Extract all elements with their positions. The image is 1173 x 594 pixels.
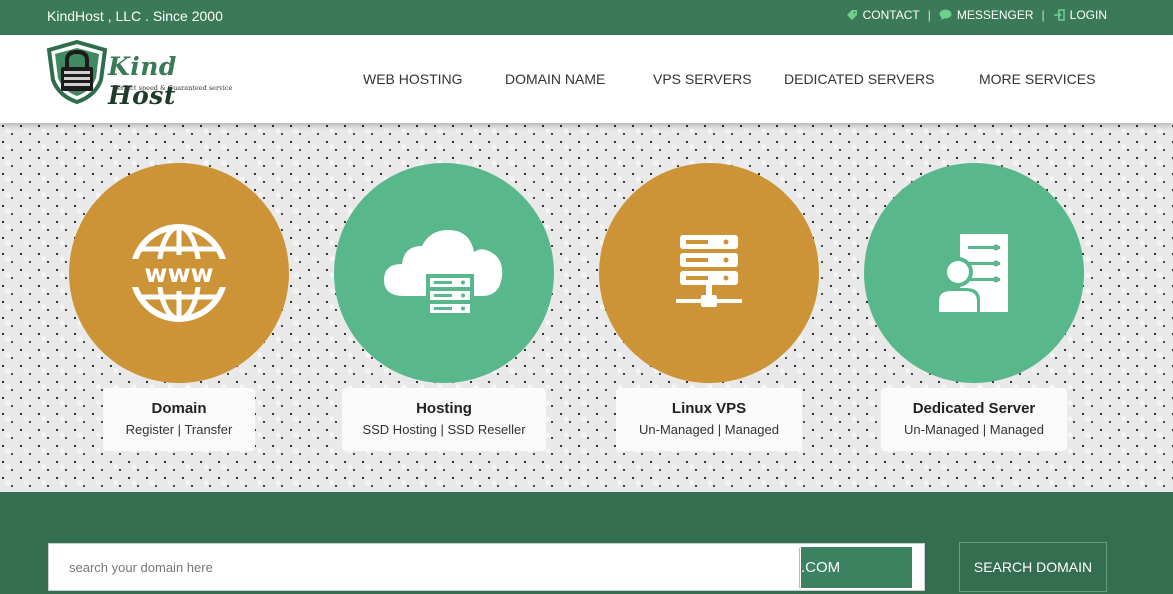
nav-item-domain-name[interactable]: DOMAIN NAME [505,71,605,87]
service-subtitle: Register | Transfer [125,422,233,437]
service-circle-dedicated-server[interactable] [864,163,1084,383]
contact-link[interactable]: CONTACT [846,8,920,22]
top-bar: KindHost , LLC . Since 2000 CONTACT | ME… [0,0,1173,35]
service-label-linux-vps: Linux VPS Un-Managed | Managed [616,388,802,451]
service-label-domain: Domain Register | Transfer [103,388,255,451]
search-divider [799,548,800,588]
top-links: CONTACT | MESSENGER | LOGIN [846,8,1107,22]
contact-label: CONTACT [862,8,920,22]
svg-text:www: www [144,259,213,288]
service-card-domain[interactable]: www Domain Register | Transfer [69,163,289,463]
service-title: Dedicated Server [912,400,1036,417]
domain-search-input[interactable] [49,544,799,590]
site-header: Kind Host Perfect speed & Guaranteed ser… [0,35,1173,123]
shield-lock-icon [46,40,108,104]
service-label-hosting: Hosting SSD Hosting | SSD Reseller [342,388,546,451]
service-title: Hosting [416,400,472,417]
service-subtitle: Un-Managed | Managed [904,422,1044,437]
logo-tagline: Perfect speed & Guaranteed service [113,84,233,92]
nav-item-vps-servers[interactable]: VPS SERVERS [653,71,752,87]
nav-item-more-services[interactable]: MORE SERVICES [979,71,1095,87]
logo-wordmark: Kind Host [108,52,245,110]
nav-item-web-hosting[interactable]: WEB HOSTING [363,71,463,87]
tld-selector[interactable]: .COM [801,547,912,588]
domain-search-box: .COM [48,543,925,591]
link-separator: | [1041,8,1045,22]
user-server-icon [936,234,1008,314]
service-option[interactable]: SSD Hosting [362,422,436,437]
service-card-dedicated-server[interactable]: Dedicated Server Un-Managed | Managed [864,163,1084,463]
login-link[interactable]: LOGIN [1053,8,1107,22]
cloud-server-icon [384,230,503,316]
service-title: Linux VPS [671,400,747,417]
service-option[interactable]: Un-Managed [904,422,979,437]
login-arrow-icon [1053,9,1065,21]
chat-bubble-icon [939,9,952,20]
service-option[interactable]: Managed [725,422,779,437]
messenger-label: MESSENGER [956,8,1034,22]
nav-item-dedicated-servers[interactable]: DEDICATED SERVERS [784,71,934,87]
server-rack-icon [676,235,742,307]
service-subtitle: Un-Managed | Managed [639,422,779,437]
service-circle-hosting[interactable] [334,163,554,383]
www-globe-icon: www [129,224,229,322]
service-card-hosting[interactable]: Hosting SSD Hosting | SSD Reseller [334,163,554,463]
service-title: Domain [151,400,207,417]
login-label: LOGIN [1069,8,1107,22]
service-option[interactable]: Managed [990,422,1044,437]
service-option[interactable]: Un-Managed [639,422,714,437]
service-subtitle: SSD Hosting | SSD Reseller [362,422,526,437]
service-label-dedicated-server: Dedicated Server Un-Managed | Managed [881,388,1067,451]
site-logo[interactable]: Kind Host Perfect speed & Guaranteed ser… [45,40,245,110]
service-option[interactable]: SSD Reseller [448,422,526,437]
tag-icon [846,10,857,20]
logo-name-part1: Kind [108,52,177,81]
service-option[interactable]: Register [126,422,174,437]
link-separator: | [927,8,931,22]
domain-search-band: .COM SEARCH DOMAIN [0,492,1173,594]
service-card-linux-vps[interactable]: Linux VPS Un-Managed | Managed [599,163,819,463]
service-option[interactable]: Transfer [184,422,232,437]
company-text: KindHost , LLC . Since 2000 [47,8,223,24]
services-hero: www Domain Register | Transfer Hosting S… [0,123,1173,492]
service-circle-domain[interactable]: www [69,163,289,383]
messenger-link[interactable]: MESSENGER [939,8,1034,22]
search-domain-button[interactable]: SEARCH DOMAIN [959,542,1107,592]
service-circle-linux-vps[interactable] [599,163,819,383]
